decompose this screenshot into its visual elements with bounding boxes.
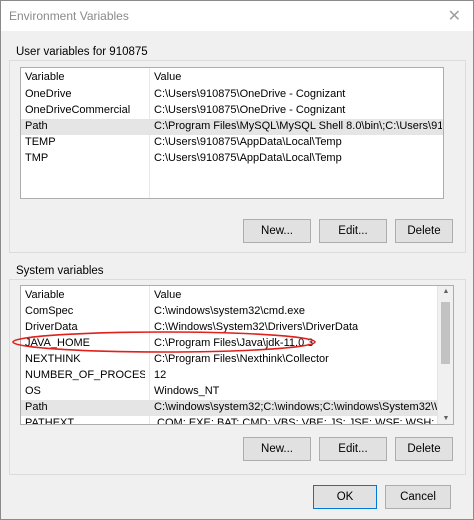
variable-name: OneDrive — [25, 88, 72, 100]
close-icon[interactable]: ✕ — [448, 6, 461, 26]
column-header-variable[interactable]: Variable — [25, 71, 145, 83]
highlight-annotation — [12, 331, 316, 353]
environment-variables-dialog: Environment Variables ✕ User variables f… — [0, 0, 474, 520]
list-header: Variable Value — [21, 70, 443, 86]
variable-value: 12 — [154, 369, 167, 381]
vertical-scrollbar[interactable]: ▲ ▼ — [437, 286, 453, 424]
variable-value: C:\Program Files\MySQL\MySQL Shell 8.0\b… — [154, 120, 442, 132]
list-header: Variable Value — [21, 288, 453, 304]
variable-name: Path — [25, 401, 48, 413]
highlight-ellipse — [12, 331, 316, 353]
table-row-selected[interactable]: Path C:\windows\system32;C:\windows;C:\w… — [21, 400, 453, 416]
table-row[interactable]: ComSpec C:\windows\system32\cmd.exe — [21, 304, 453, 320]
table-row[interactable]: OneDriveCommercial C:\Users\910875\OneDr… — [21, 103, 443, 119]
user-variables-list[interactable]: Variable Value OneDrive C:\Users\910875\… — [20, 67, 444, 199]
window-title: Environment Variables — [9, 9, 129, 23]
scroll-up-arrow-icon[interactable]: ▲ — [438, 288, 453, 295]
variable-name: OneDriveCommercial — [25, 104, 131, 116]
column-header-variable[interactable]: Variable — [25, 289, 145, 301]
variable-value: C:\Users\910875\AppData\Local\Temp — [154, 152, 342, 164]
variable-value: Windows_NT — [154, 385, 220, 397]
system-edit-button[interactable]: Edit... — [319, 437, 387, 461]
table-row[interactable]: NUMBER_OF_PROCESSORS 12 — [21, 368, 453, 384]
variable-name: TMP — [25, 152, 49, 164]
system-delete-button[interactable]: Delete — [395, 437, 453, 461]
variable-name: ComSpec — [25, 305, 74, 317]
variable-value: C:\Users\910875\OneDrive - Cognizant — [154, 88, 346, 100]
title-bar: Environment Variables ✕ — [1, 1, 473, 31]
variable-value: C:\windows\system32;C:\windows;C:\window… — [154, 401, 442, 413]
user-new-button[interactable]: New... — [243, 219, 311, 243]
system-variables-label: System variables — [16, 265, 104, 277]
variable-name: TEMP — [25, 136, 56, 148]
variable-name: NUMBER_OF_PROCESSORS — [25, 369, 145, 381]
table-row[interactable]: TEMP C:\Users\910875\AppData\Local\Temp — [21, 135, 443, 151]
user-edit-button[interactable]: Edit... — [319, 219, 387, 243]
variable-value: C:\Users\910875\OneDrive - Cognizant — [154, 104, 346, 116]
table-row[interactable]: OneDrive C:\Users\910875\OneDrive - Cogn… — [21, 87, 443, 103]
user-variables-label: User variables for 910875 — [16, 46, 148, 58]
variable-value: .COM;.EXE;.BAT;.CMD;.VBS;.VBE;.JS;.JSE;.… — [154, 417, 442, 425]
ok-button[interactable]: OK — [313, 485, 377, 509]
variable-name: Path — [25, 120, 48, 132]
scrollbar-thumb[interactable] — [441, 302, 450, 364]
table-row[interactable]: OS Windows_NT — [21, 384, 453, 400]
system-variables-list[interactable]: Variable Value ComSpec C:\windows\system… — [20, 285, 454, 425]
system-new-button[interactable]: New... — [243, 437, 311, 461]
table-row[interactable]: TMP C:\Users\910875\AppData\Local\Temp — [21, 151, 443, 167]
user-delete-button[interactable]: Delete — [395, 219, 453, 243]
variable-value: C:\windows\system32\cmd.exe — [154, 305, 305, 317]
table-row[interactable]: PATHEXT .COM;.EXE;.BAT;.CMD;.VBS;.VBE;.J… — [21, 416, 453, 425]
variable-value: C:\Users\910875\AppData\Local\Temp — [154, 136, 342, 148]
cancel-button[interactable]: Cancel — [385, 485, 451, 509]
scroll-down-arrow-icon[interactable]: ▼ — [438, 415, 453, 422]
column-header-value[interactable]: Value — [154, 289, 442, 301]
table-row-selected[interactable]: Path C:\Program Files\MySQL\MySQL Shell … — [21, 119, 443, 135]
variable-name: PATHEXT — [25, 417, 75, 425]
variable-name: OS — [25, 385, 41, 397]
column-header-value[interactable]: Value — [154, 71, 442, 83]
